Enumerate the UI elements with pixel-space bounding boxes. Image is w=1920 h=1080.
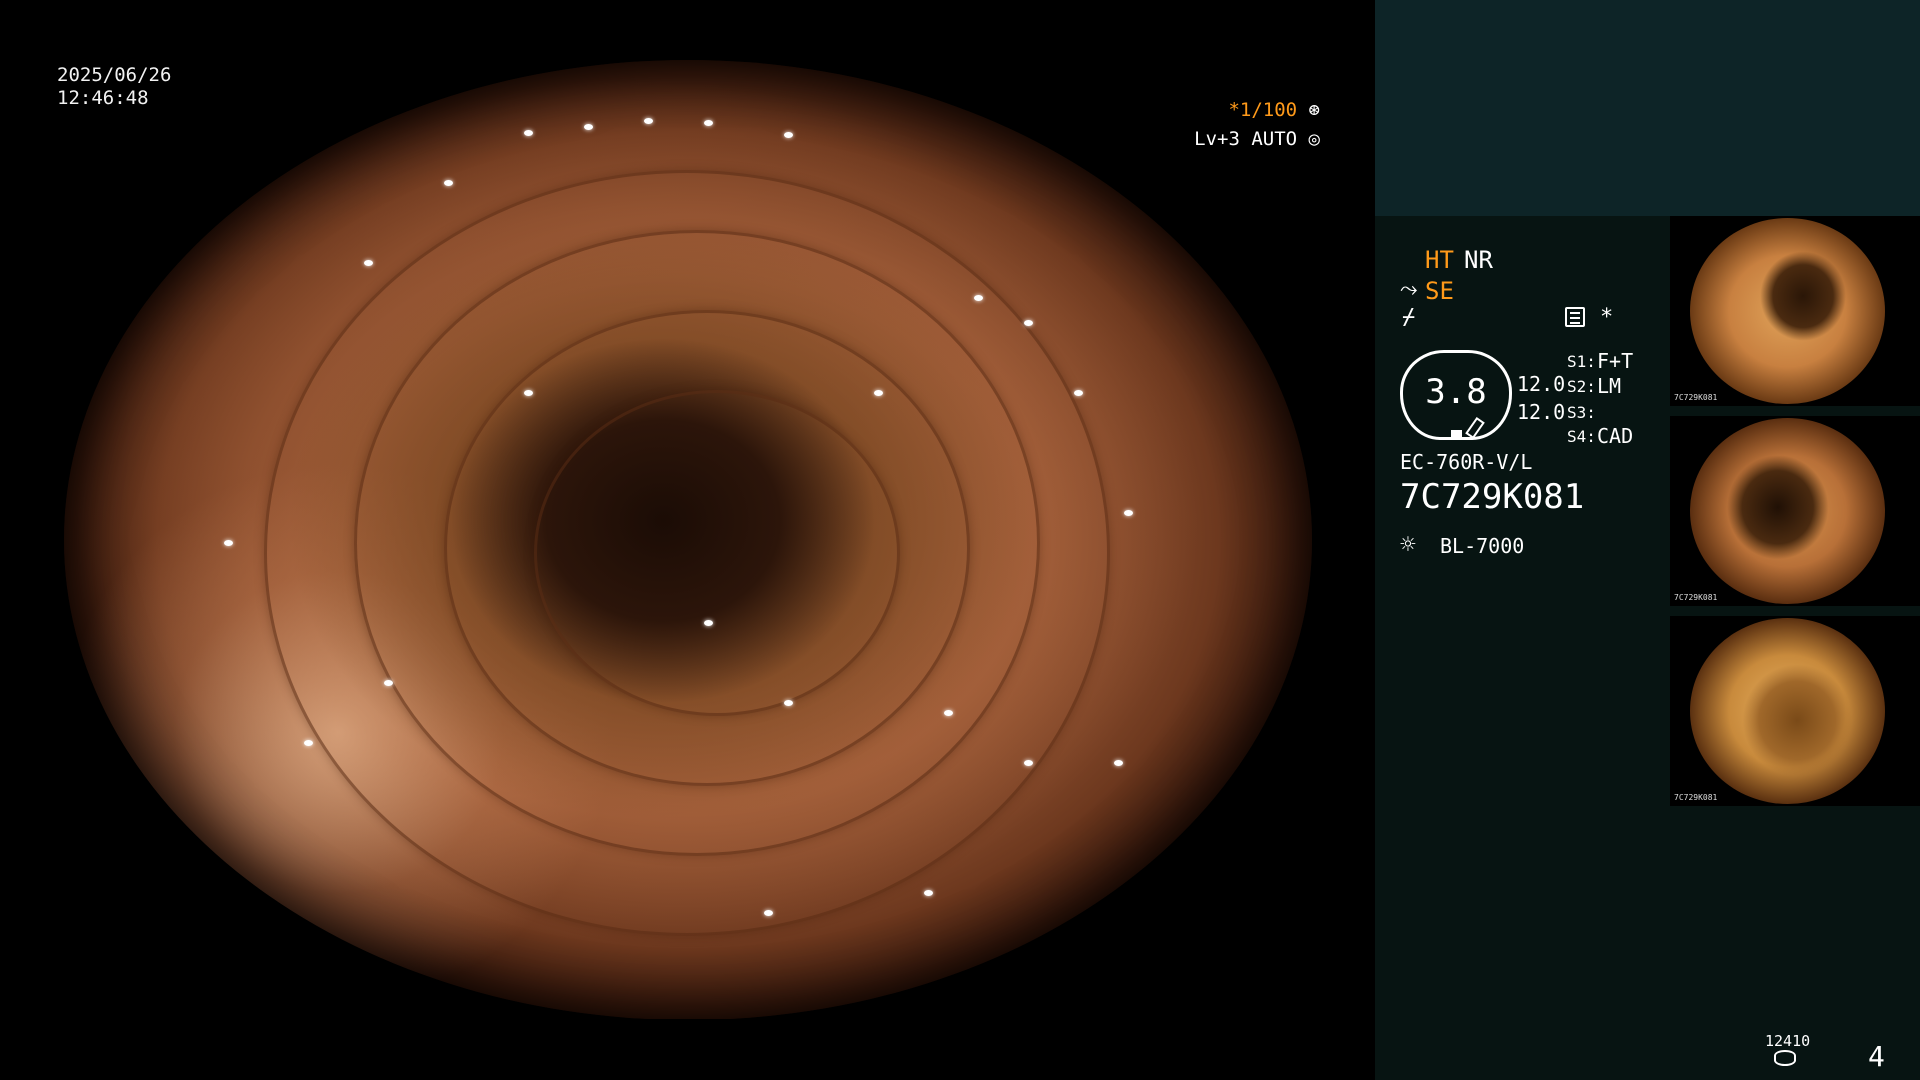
- frame-mask: [0, 1019, 1375, 1080]
- s2-label: S2:: [1567, 377, 1596, 396]
- star-indicator: *: [1600, 305, 1614, 330]
- specular-highlight: [304, 740, 313, 746]
- specular-highlight: [704, 120, 713, 126]
- specular-highlight: [444, 180, 453, 186]
- specular-highlight: [524, 130, 533, 136]
- specular-highlight: [974, 295, 983, 301]
- frame-mask: [0, 0, 1375, 60]
- time-text: 12:46:48: [57, 87, 149, 109]
- shutter-prefix: *: [1228, 99, 1240, 121]
- shutter-speed: *1/100 ⊛: [1120, 99, 1320, 121]
- specular-highlight: [524, 390, 533, 396]
- specular-highlight: [1074, 390, 1083, 396]
- mode-nr: NR: [1464, 246, 1493, 274]
- specular-highlight: [1024, 320, 1033, 326]
- specular-highlight: [924, 890, 933, 896]
- frame-mask: [1312, 0, 1375, 1080]
- auto-iris-icon: ◎: [1308, 128, 1320, 150]
- shutter-value: 1/100: [1239, 99, 1298, 121]
- specular-highlight: [384, 680, 393, 686]
- patient-info-area: [1375, 0, 1920, 216]
- specular-highlight: [364, 260, 373, 266]
- thumbnail-image: [1690, 418, 1885, 604]
- specular-highlight: [784, 132, 793, 138]
- signal-icon: ⌿: [1402, 305, 1416, 330]
- zoom-value: 3.8: [1425, 372, 1487, 412]
- storage-icon: [1774, 1050, 1796, 1066]
- light-source: BL-7000: [1440, 534, 1525, 558]
- s2-value: LM: [1597, 374, 1622, 398]
- specular-highlight: [874, 390, 883, 396]
- specular-highlight: [644, 118, 653, 124]
- s4-label: S4:: [1567, 427, 1596, 446]
- thumbnail-label: 7C729K081: [1674, 593, 1718, 602]
- thumbnail-label: 7C729K081: [1674, 393, 1718, 402]
- specular-highlight: [1024, 760, 1033, 766]
- datetime: 2025/06/26 12:46:48: [57, 64, 171, 110]
- menu-icon: [1565, 307, 1585, 327]
- endoscope-view: [0, 0, 1375, 1080]
- date-text: 2025/06/26: [57, 64, 172, 86]
- record-count: 12410: [1765, 1032, 1811, 1050]
- specular-highlight: [224, 540, 233, 546]
- s3-label: S3:: [1567, 403, 1596, 422]
- setting-value-2: 12.0: [1517, 400, 1566, 424]
- brightness-level: Lv+3 AUTO ◎: [1120, 128, 1320, 150]
- mode-se: SE: [1425, 277, 1454, 305]
- page-number: 4: [1868, 1040, 1885, 1073]
- mucosal-fold: [534, 390, 900, 716]
- light-source-icon: ☼: [1400, 530, 1416, 560]
- s4-value: CAD: [1597, 424, 1634, 448]
- specular-highlight: [584, 124, 593, 130]
- thumbnail-image: [1690, 618, 1885, 804]
- specular-highlight: [704, 620, 713, 626]
- level-value: Lv+3 AUTO: [1194, 128, 1298, 150]
- specular-highlight: [1124, 510, 1133, 516]
- aperture-icon: ⊛: [1308, 99, 1320, 121]
- thumbnail-image: [1690, 218, 1885, 404]
- specular-highlight: [1114, 760, 1123, 766]
- s1-label: S1:: [1567, 352, 1596, 371]
- endoscope-image: [64, 60, 1312, 1020]
- setting-value-1: 12.0: [1517, 372, 1566, 396]
- mode-ht: HT: [1425, 246, 1454, 274]
- scope-serial: 7C729K081: [1400, 477, 1585, 517]
- specular-highlight: [944, 710, 953, 716]
- specular-highlight: [784, 700, 793, 706]
- zoom-bar-icon: [1451, 430, 1462, 438]
- thumbnail-label: 7C729K081: [1674, 793, 1718, 802]
- s1-value: F+T: [1597, 349, 1634, 373]
- specular-highlight: [764, 910, 773, 916]
- captured-thumbnail[interactable]: 7C729K081: [1670, 416, 1920, 606]
- structure-enhancement-icon: ⤳: [1400, 277, 1418, 302]
- captured-thumbnail[interactable]: 7C729K081: [1670, 216, 1920, 406]
- captured-thumbnail[interactable]: 7C729K081: [1670, 616, 1920, 806]
- scope-model: EC-760R-V/L: [1400, 450, 1533, 474]
